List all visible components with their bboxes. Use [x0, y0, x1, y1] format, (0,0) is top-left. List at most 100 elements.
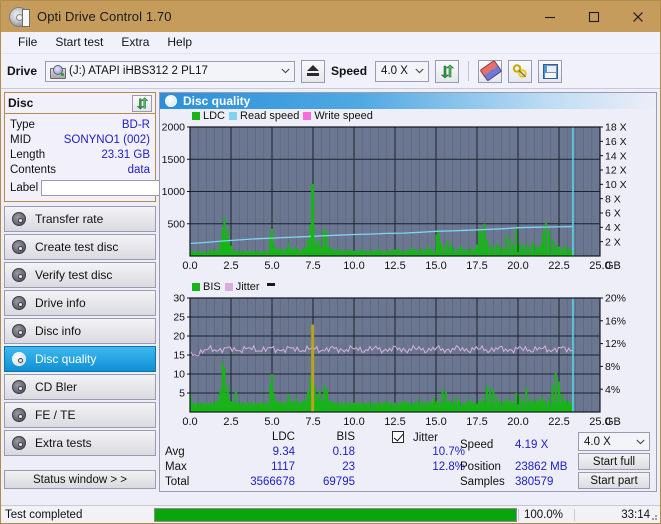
- main-area: Disc Type BD-R MID SONYNO1 (002) Length …: [1, 89, 660, 492]
- resize-grip-icon[interactable]: [648, 511, 658, 521]
- eraser-icon: [479, 59, 502, 82]
- refresh-button[interactable]: [435, 59, 460, 83]
- svg-text:20.0: 20.0: [507, 416, 528, 428]
- start-full-button[interactable]: Start full: [578, 453, 650, 470]
- bis-chart: 5 10 15 20 25 30 4% 8% 12% 16% 20% 0.0 2.5 5.0 7.5 10.0…: [173, 294, 626, 428]
- svg-text:8 X: 8 X: [605, 193, 621, 205]
- disc-icon: [12, 212, 26, 226]
- sidebar-item-create-test-disc[interactable]: Create test disc: [4, 234, 156, 260]
- stats-position-label: Position: [460, 461, 501, 473]
- svg-text:12.5: 12.5: [384, 260, 405, 272]
- disc-row-mid-value: SONYNO1 (002): [63, 133, 150, 146]
- sidebar-item-label: Transfer rate: [35, 212, 104, 226]
- disc-row-length-value: 23.31 GB: [101, 148, 150, 161]
- stats-jitter-max: 12.8%: [432, 461, 465, 473]
- ldc-chart-legend: LDC Read speed Write speed: [192, 110, 373, 122]
- disc-row-contents: Contents data: [10, 162, 150, 177]
- charts-area: LDC Read speed Write speed 500 1000 1500 20…: [160, 109, 656, 429]
- toolbar-divider: [468, 61, 470, 81]
- legend-write-speed: Write speed: [303, 110, 373, 122]
- disc-row-contents-value: data: [127, 163, 150, 176]
- svg-text:4 X: 4 X: [605, 222, 621, 234]
- maximize-icon[interactable]: [572, 1, 616, 32]
- status-window-button[interactable]: Status window > >: [4, 470, 156, 489]
- disc-row-length-key: Length: [10, 148, 46, 161]
- sidebar-item-disc-quality[interactable]: Disc quality: [4, 346, 156, 372]
- svg-text:GB: GB: [605, 260, 621, 272]
- menu-start-test[interactable]: Start test: [46, 33, 112, 52]
- legend-label: LDC: [203, 110, 226, 122]
- menu-file[interactable]: File: [9, 33, 46, 52]
- chevron-down-icon: [631, 433, 649, 450]
- sidebar-item-label: Create test disc: [35, 240, 119, 254]
- test-speed-value: 4.0 X: [584, 435, 611, 448]
- speed-label: Speed: [331, 64, 368, 78]
- svg-text:5.0: 5.0: [264, 416, 279, 428]
- legend-swatch: [192, 112, 200, 120]
- svg-text:22.5: 22.5: [548, 260, 569, 272]
- stats-ldc-max: 1117: [271, 461, 295, 473]
- legend-jitter: Jitter: [224, 281, 260, 293]
- save-button[interactable]: [538, 59, 563, 83]
- disc-panel: Disc Type BD-R MID SONYNO1 (002) Length …: [4, 92, 245, 202]
- sidebar-item-verify-test-disc[interactable]: Verify test disc: [4, 262, 156, 288]
- refresh-icon: [136, 97, 148, 109]
- svg-text:20%: 20%: [605, 294, 626, 305]
- stats-row-max: Max: [165, 461, 187, 473]
- legend-label: Read speed: [240, 110, 300, 122]
- sidebar-item-fe-te[interactable]: FE / TE: [4, 402, 156, 428]
- disc-row-length: Length 23.31 GB: [10, 147, 150, 162]
- stats-col-bis: BIS: [336, 431, 355, 443]
- svg-text:10.0: 10.0: [343, 260, 364, 272]
- legend-marker-dash: [266, 283, 275, 286]
- svg-text:12%: 12%: [605, 338, 626, 350]
- disc-row-type-value: BD-R: [121, 118, 150, 131]
- sidebar-item-cd-bler[interactable]: CD Bler: [4, 374, 156, 400]
- stats-speed-label: Speed: [460, 439, 494, 451]
- svg-text:20: 20: [173, 331, 185, 343]
- menu-help[interactable]: Help: [158, 33, 201, 52]
- menu-extra[interactable]: Extra: [112, 33, 158, 52]
- legend-label: BIS: [203, 281, 221, 293]
- svg-text:17.5: 17.5: [466, 416, 487, 428]
- drive-label: Drive: [7, 64, 38, 78]
- sidebar: Disc Type BD-R MID SONYNO1 (002) Length …: [1, 89, 245, 492]
- stats-position-value: 23862 MB: [515, 461, 568, 473]
- drive-select[interactable]: (J:) ATAPI iHBS312 2 PL17: [45, 60, 296, 82]
- sidebar-item-extra-tests[interactable]: Extra tests: [4, 430, 156, 456]
- legend-swatch: [224, 283, 233, 291]
- menubar: File Start test Extra Help: [1, 32, 660, 54]
- speed-select[interactable]: 4.0 X: [375, 60, 430, 82]
- chevron-down-icon: [276, 62, 294, 81]
- jitter-checkbox[interactable]: [392, 431, 404, 443]
- svg-text:0.0: 0.0: [182, 416, 197, 428]
- sidebar-item-disc-info[interactable]: Disc info: [4, 318, 156, 344]
- tools-button[interactable]: [508, 59, 533, 83]
- svg-text:1500: 1500: [162, 154, 186, 166]
- minimize-icon[interactable]: [528, 1, 572, 32]
- disc-refresh-button[interactable]: [132, 94, 152, 112]
- start-part-button[interactable]: Start part: [578, 472, 650, 489]
- eject-button[interactable]: [301, 59, 326, 83]
- progress-percent: 100.0%: [518, 508, 574, 521]
- legend-read-speed: Read speed: [229, 110, 299, 122]
- svg-text:10 X: 10 X: [605, 179, 627, 191]
- sidebar-item-transfer-rate[interactable]: Transfer rate: [4, 206, 156, 232]
- svg-text:15.0: 15.0: [425, 260, 446, 272]
- progress-fill: [155, 508, 516, 521]
- svg-text:17.5: 17.5: [466, 260, 487, 272]
- refresh-icon: [440, 64, 454, 78]
- erase-button[interactable]: [478, 59, 503, 83]
- svg-text:500: 500: [167, 218, 185, 230]
- disc-icon: [12, 408, 26, 422]
- close-icon[interactable]: [616, 1, 660, 32]
- sidebar-item-drive-info[interactable]: Drive info: [4, 290, 156, 316]
- svg-text:2.5: 2.5: [223, 260, 238, 272]
- app-window: Opti Drive Control 1.70 File Start test …: [0, 0, 661, 524]
- svg-text:15: 15: [173, 350, 185, 362]
- svg-text:8%: 8%: [605, 361, 620, 373]
- legend-bis: BIS: [192, 281, 221, 293]
- window-title: Opti Drive Control 1.70: [37, 9, 172, 24]
- test-speed-select[interactable]: 4.0 X: [578, 432, 650, 451]
- sidebar-nav: Transfer rate Create test disc Verify te…: [4, 206, 156, 456]
